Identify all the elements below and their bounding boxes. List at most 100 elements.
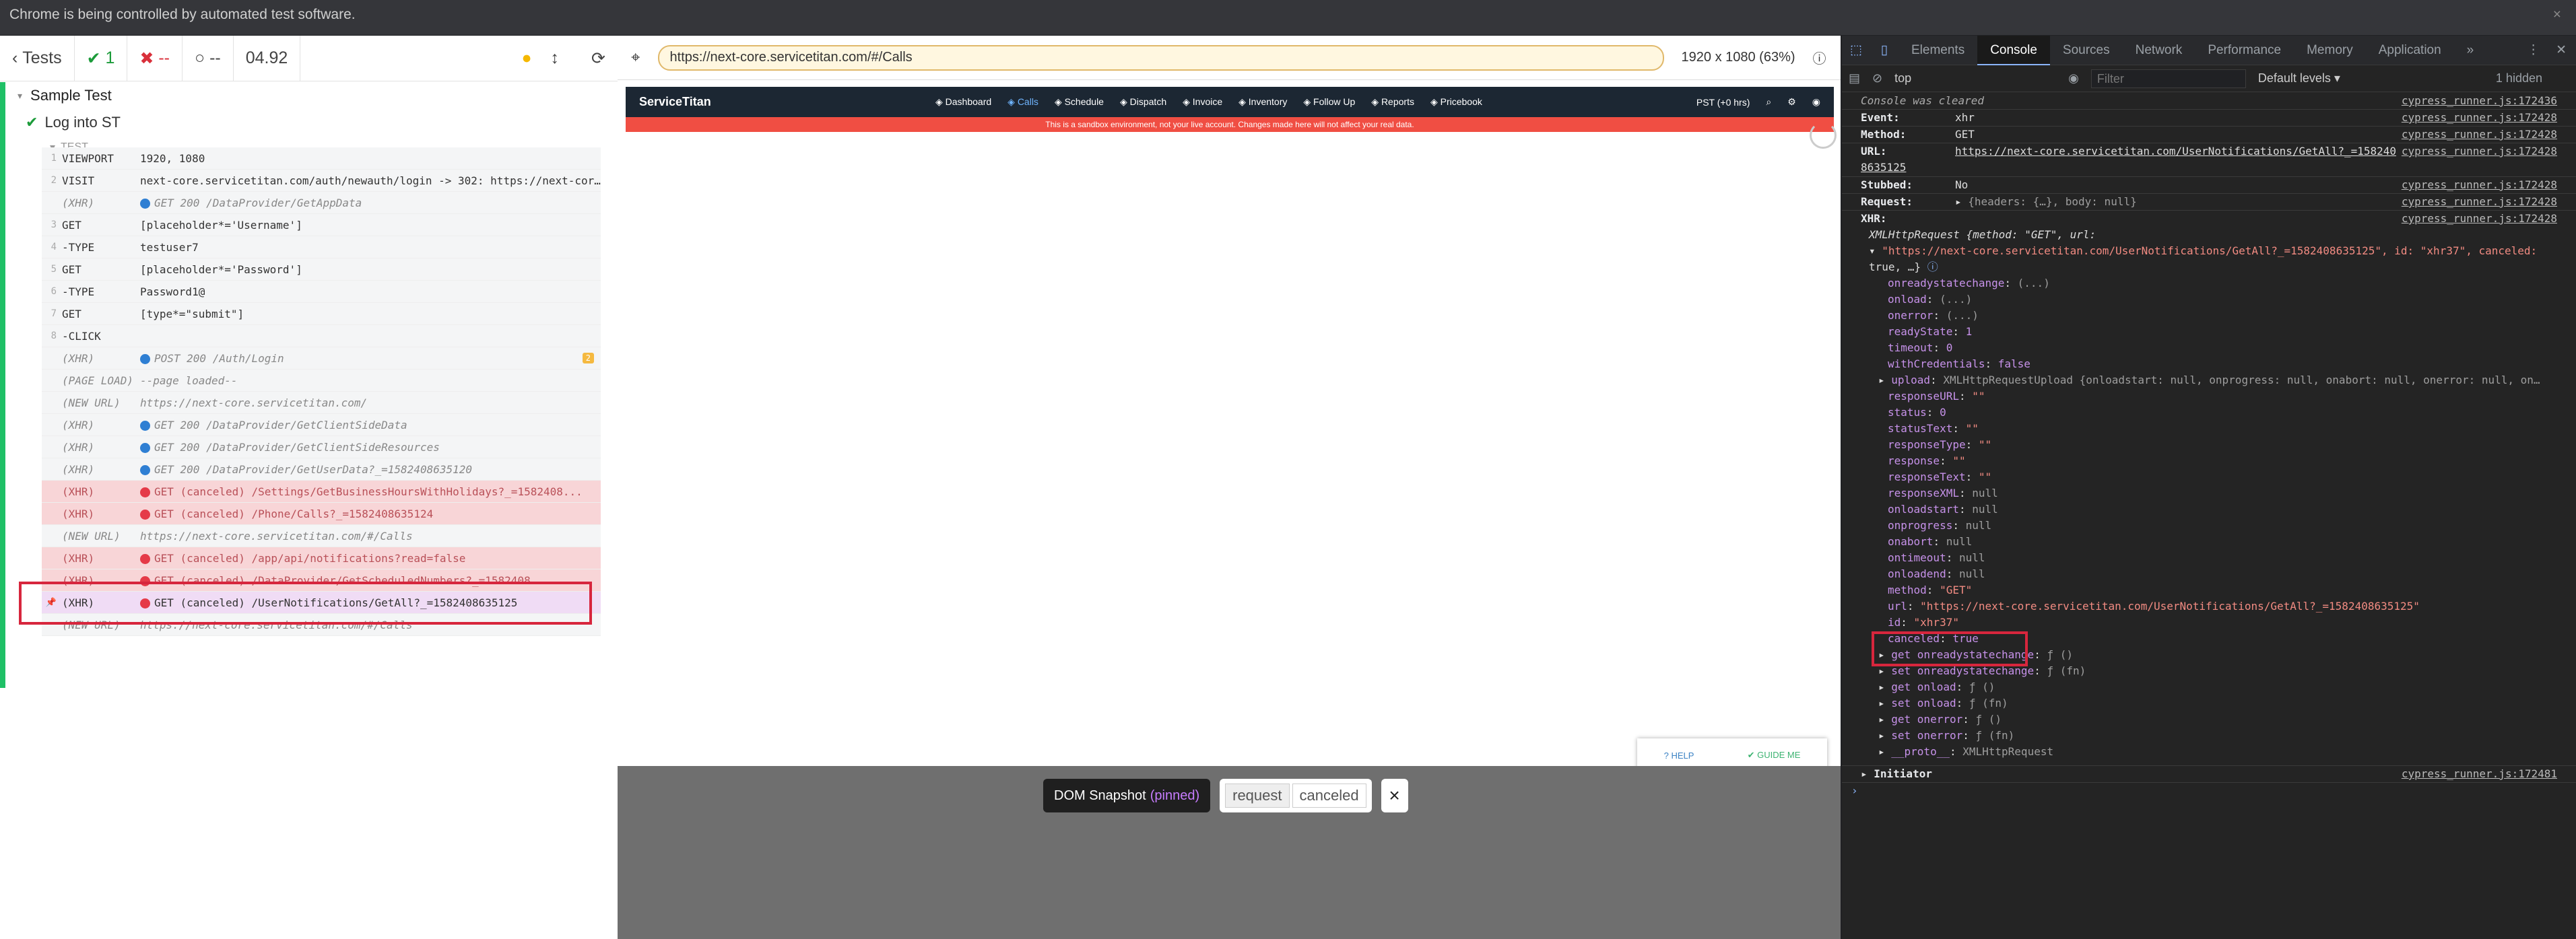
- inspect-icon[interactable]: ⬚: [1842, 42, 1870, 58]
- close-devtools-icon[interactable]: ✕: [2556, 42, 2567, 58]
- xhr-property[interactable]: ▸ __proto__: XMLHttpRequest: [1842, 744, 2576, 760]
- pending-count[interactable]: ○ --: [183, 35, 234, 81]
- source-link[interactable]: cypress_runner.js:172428: [2402, 211, 2557, 227]
- device-toggle-icon[interactable]: ▯: [1870, 42, 1898, 58]
- snapshot-canceled-button[interactable]: canceled: [1292, 784, 1366, 808]
- property-value: ƒ (): [2047, 648, 2073, 661]
- more-tabs-button[interactable]: »: [2454, 36, 2487, 65]
- close-banner-icon[interactable]: ×: [2553, 0, 2561, 30]
- command-row[interactable]: (XHR) GET 200 /DataProvider/GetClientSide…: [42, 436, 601, 458]
- nav-item[interactable]: ◈ Follow Up: [1303, 96, 1355, 108]
- nav-item[interactable]: ◈ Dispatch: [1120, 96, 1166, 108]
- command-row[interactable]: 1 VIEWPORT 1920, 1080: [42, 147, 601, 170]
- colon: :: [1958, 503, 1973, 516]
- clear-console-icon[interactable]: ⊘: [1872, 71, 1882, 85]
- chevron-left-icon: ‹: [12, 48, 23, 67]
- command-message: [placeholder*='Password']: [140, 263, 601, 276]
- snapshot-request-button[interactable]: request: [1225, 784, 1290, 808]
- devtools-tabs: ⬚ ▯ Elements Console Sources Network Perform…: [1842, 35, 2576, 65]
- nav-item[interactable]: ◈ Pricebook: [1430, 96, 1482, 108]
- initiator-row[interactable]: ▸ Initiator cypress_runner.js:172481: [1842, 765, 2576, 783]
- command-row[interactable]: 8 -CLICK: [42, 325, 601, 347]
- devtools-tab[interactable]: Memory: [2294, 36, 2366, 65]
- command-message: GET (canceled) /Settings/GetBusinessHour…: [140, 485, 601, 498]
- command-row[interactable]: (XHR) GET (canceled) /Settings/GetBusines…: [42, 481, 601, 503]
- devtools-tab[interactable]: Application: [2366, 36, 2454, 65]
- nav-item[interactable]: ◈ Calls: [1008, 96, 1038, 108]
- aut-url[interactable]: https://next-core.servicetitan.com/#/Cal…: [657, 44, 1664, 71]
- tests-back-button[interactable]: ‹ Tests: [0, 35, 75, 81]
- source-link[interactable]: cypress_runner.js:172436: [2402, 93, 2557, 109]
- eye-icon[interactable]: ◉: [2068, 71, 2079, 85]
- search-icon[interactable]: ⌕: [1766, 96, 1771, 108]
- suite-title[interactable]: ▾ Sample Test: [5, 82, 618, 109]
- command-row[interactable]: 5 GET [placeholder*='Password']: [42, 258, 601, 281]
- source-link[interactable]: cypress_runner.js:172481: [2402, 766, 2557, 782]
- nav-item[interactable]: ◈ Reports: [1371, 96, 1414, 108]
- test-title[interactable]: ✔ Log into ST: [5, 109, 618, 136]
- rerun-icon[interactable]: ⟳: [591, 48, 605, 69]
- nav-item[interactable]: ◈ Dashboard: [935, 96, 991, 108]
- devtools-tab[interactable]: Console: [1977, 35, 2050, 65]
- property-key: onreadystatechange: [1888, 277, 2005, 289]
- xhr-property[interactable]: ▸ set onerror: ƒ (fn): [1842, 728, 2576, 744]
- colon: :: [1949, 745, 1963, 758]
- command-row[interactable]: (PAGE LOAD) --page loaded--: [42, 370, 601, 392]
- caret-right-icon[interactable]: ▸: [1955, 195, 1968, 208]
- command-row[interactable]: 4 -TYPE testuser7: [42, 236, 601, 258]
- gear-icon[interactable]: ⚙: [1787, 96, 1796, 108]
- command-row[interactable]: (XHR) GET (canceled) /app/api/notificatio…: [42, 547, 601, 569]
- command-row[interactable]: 2 VISIT next-core.servicetitan.com/auth/ne…: [42, 170, 601, 192]
- devtools-tab[interactable]: Network: [2123, 36, 2195, 65]
- property-value: XMLHttpRequest: [1962, 745, 2054, 758]
- close-snapshot-icon[interactable]: ×: [1381, 779, 1408, 812]
- command-row[interactable]: (XHR) GET 200 /DataProvider/GetUserData?_…: [42, 458, 601, 481]
- nav-item[interactable]: ◈ Invoice: [1183, 96, 1222, 108]
- info-icon[interactable]: ⓘ: [1813, 48, 1826, 67]
- command-row[interactable]: (XHR) GET (canceled) /Phone/Calls?_=15824…: [42, 503, 601, 525]
- xhr-property: onload: (...): [1842, 291, 2576, 308]
- nav-item[interactable]: ◈ Inventory: [1239, 96, 1287, 108]
- help-button[interactable]: ? HELP: [1664, 751, 1694, 761]
- xhr-property[interactable]: ▸ get onload: ƒ (): [1842, 679, 2576, 695]
- property-value: 0: [1946, 341, 1953, 354]
- command-row[interactable]: (NEW URL) https://next-core.servicetitan.…: [42, 392, 601, 414]
- source-link[interactable]: cypress_runner.js:172428: [2402, 143, 2557, 160]
- xhr-property[interactable]: ▸ upload: XMLHttpRequestUpload {onloadst…: [1842, 372, 2576, 388]
- source-link[interactable]: cypress_runner.js:172428: [2402, 110, 2557, 126]
- passed-count[interactable]: ✔ 1: [75, 35, 128, 81]
- xhr-summary[interactable]: XMLHttpRequest {method: "GET", url:: [1842, 227, 2576, 243]
- command-row[interactable]: 6 -TYPE Password1@: [42, 281, 601, 303]
- console-filter-input[interactable]: Filter: [2090, 69, 2246, 88]
- console-prompt[interactable]: ›: [1842, 783, 2576, 799]
- devtools-tab[interactable]: Elements: [1898, 36, 1977, 65]
- command-row[interactable]: (XHR) POST 200 /Auth/Login 2: [42, 347, 601, 370]
- xhr-property[interactable]: ▸ get onerror: ƒ (): [1842, 711, 2576, 728]
- xhr-summary-2[interactable]: ▾ "https://next-core.servicetitan.com/Us…: [1842, 243, 2576, 259]
- command-row[interactable]: 3 GET [placeholder*='Username']: [42, 214, 601, 236]
- avatar[interactable]: ◉: [1812, 96, 1820, 108]
- xhr-property: statusText: "": [1842, 421, 2576, 437]
- nav-item[interactable]: ◈ Schedule: [1055, 96, 1104, 108]
- scroll-toggle-icon[interactable]: ↕: [551, 48, 560, 68]
- devtools-tab[interactable]: Performance: [2195, 36, 2294, 65]
- xhr-property[interactable]: ▸ set onload: ƒ (fn): [1842, 695, 2576, 711]
- property-key: method: [1888, 584, 1927, 596]
- selector-playground-icon[interactable]: ⌖: [631, 48, 640, 67]
- source-link[interactable]: cypress_runner.js:172428: [2402, 194, 2557, 210]
- devtools-tab[interactable]: Sources: [2050, 36, 2123, 65]
- log-levels-select[interactable]: Default levels ▾: [2258, 71, 2340, 85]
- source-link[interactable]: cypress_runner.js:172428: [2402, 177, 2557, 193]
- command-row[interactable]: (XHR) GET 200 /DataProvider/GetClientSide…: [42, 414, 601, 436]
- property-key: responseText: [1888, 471, 1966, 483]
- sidebar-toggle-icon[interactable]: ▤: [1849, 71, 1860, 85]
- command-name: (XHR): [62, 485, 95, 498]
- command-row[interactable]: (NEW URL) https://next-core.servicetitan.…: [42, 525, 601, 547]
- command-row[interactable]: 7 GET [type*="submit"]: [42, 303, 601, 325]
- guide-me-button[interactable]: ✔ GUIDE ME: [1748, 750, 1801, 761]
- source-link[interactable]: cypress_runner.js:172428: [2402, 127, 2557, 143]
- command-row[interactable]: (XHR) GET 200 /DataProvider/GetAppData: [42, 192, 601, 214]
- kebab-menu-icon[interactable]: ⋮: [2527, 42, 2540, 58]
- failed-count[interactable]: ✖ --: [127, 35, 183, 81]
- context-select[interactable]: top: [1894, 71, 2056, 85]
